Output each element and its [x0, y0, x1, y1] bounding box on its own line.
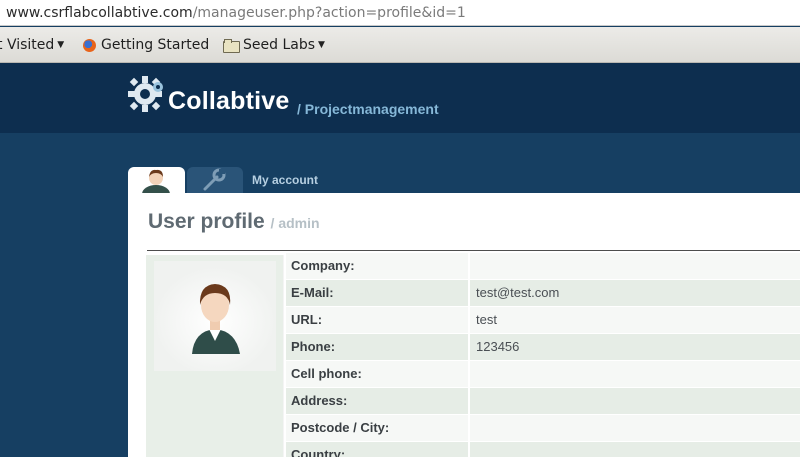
main-content: User profile / admin Company: E-Mail: te…	[128, 193, 800, 457]
table-row: E-Mail: test@test.com	[286, 280, 800, 307]
table-row: Phone: 123456	[286, 334, 800, 361]
page-title: User profile / admin	[148, 210, 320, 234]
firefox-icon	[83, 38, 96, 52]
email-value[interactable]: test@test.com	[470, 280, 800, 306]
divider	[147, 250, 800, 251]
page-title-text: User profile	[148, 210, 265, 233]
field-label: Company:	[286, 253, 468, 279]
brand-subtitle: / Projectmanagement	[297, 101, 439, 117]
wrench-icon	[203, 168, 226, 191]
bookmark-getting-started[interactable]: Getting Started	[83, 27, 209, 63]
field-value: 123456	[470, 334, 800, 360]
field-label: Country:	[286, 442, 468, 457]
table-row: Company:	[286, 253, 800, 280]
bookmark-label: Getting Started	[101, 37, 210, 53]
user-avatar-icon	[154, 261, 276, 371]
bookmarks-toolbar: t Visited ▼ Getting Started Seed Labs ▼	[0, 27, 800, 63]
table-row: Country:	[286, 442, 800, 457]
bookmark-label: Seed Labs	[243, 37, 316, 53]
bookmark-seed-labs[interactable]: Seed Labs ▼	[223, 27, 325, 63]
folder-icon	[223, 39, 240, 53]
field-label: E-Mail:	[286, 280, 468, 306]
table-row: Address:	[286, 388, 800, 415]
field-value	[470, 415, 800, 441]
avatar	[154, 261, 276, 371]
field-label: Postcode / City:	[286, 415, 468, 441]
my-account-link[interactable]: My account	[252, 173, 318, 187]
field-value	[470, 253, 800, 279]
page-title-username: / admin	[270, 215, 320, 231]
dropdown-arrow-icon: ▼	[318, 40, 325, 50]
field-value	[470, 442, 800, 457]
field-label: URL:	[286, 307, 468, 333]
url-value[interactable]: test	[470, 307, 800, 333]
table-row: Postcode / City:	[286, 415, 800, 442]
gear-logo-icon	[128, 76, 163, 112]
field-label: Phone:	[286, 334, 468, 360]
profile-details-table: Company: E-Mail: test@test.com URL: test…	[286, 253, 800, 457]
field-label: Cell phone:	[286, 361, 468, 387]
avatar-panel	[146, 255, 284, 457]
field-label: Address:	[286, 388, 468, 414]
tab-settings[interactable]	[187, 167, 243, 193]
url-path: /manageuser.php?action=profile&id=1	[192, 5, 466, 21]
url-domain: www.csrflabcollabtive.com	[6, 5, 193, 21]
field-value	[470, 361, 800, 387]
app-header: Collabtive / Projectmanagement	[0, 63, 800, 133]
table-row: URL: test	[286, 307, 800, 334]
table-row: Cell phone:	[286, 361, 800, 388]
bookmark-most-visited[interactable]: t Visited ▼	[0, 27, 64, 63]
brand-name[interactable]: Collabtive	[168, 87, 289, 116]
field-value	[470, 388, 800, 414]
address-bar[interactable]: www.csrflabcollabtive.com/manageuser.php…	[0, 0, 800, 26]
dropdown-arrow-icon: ▼	[57, 40, 65, 50]
bookmark-label: t Visited	[0, 37, 55, 53]
